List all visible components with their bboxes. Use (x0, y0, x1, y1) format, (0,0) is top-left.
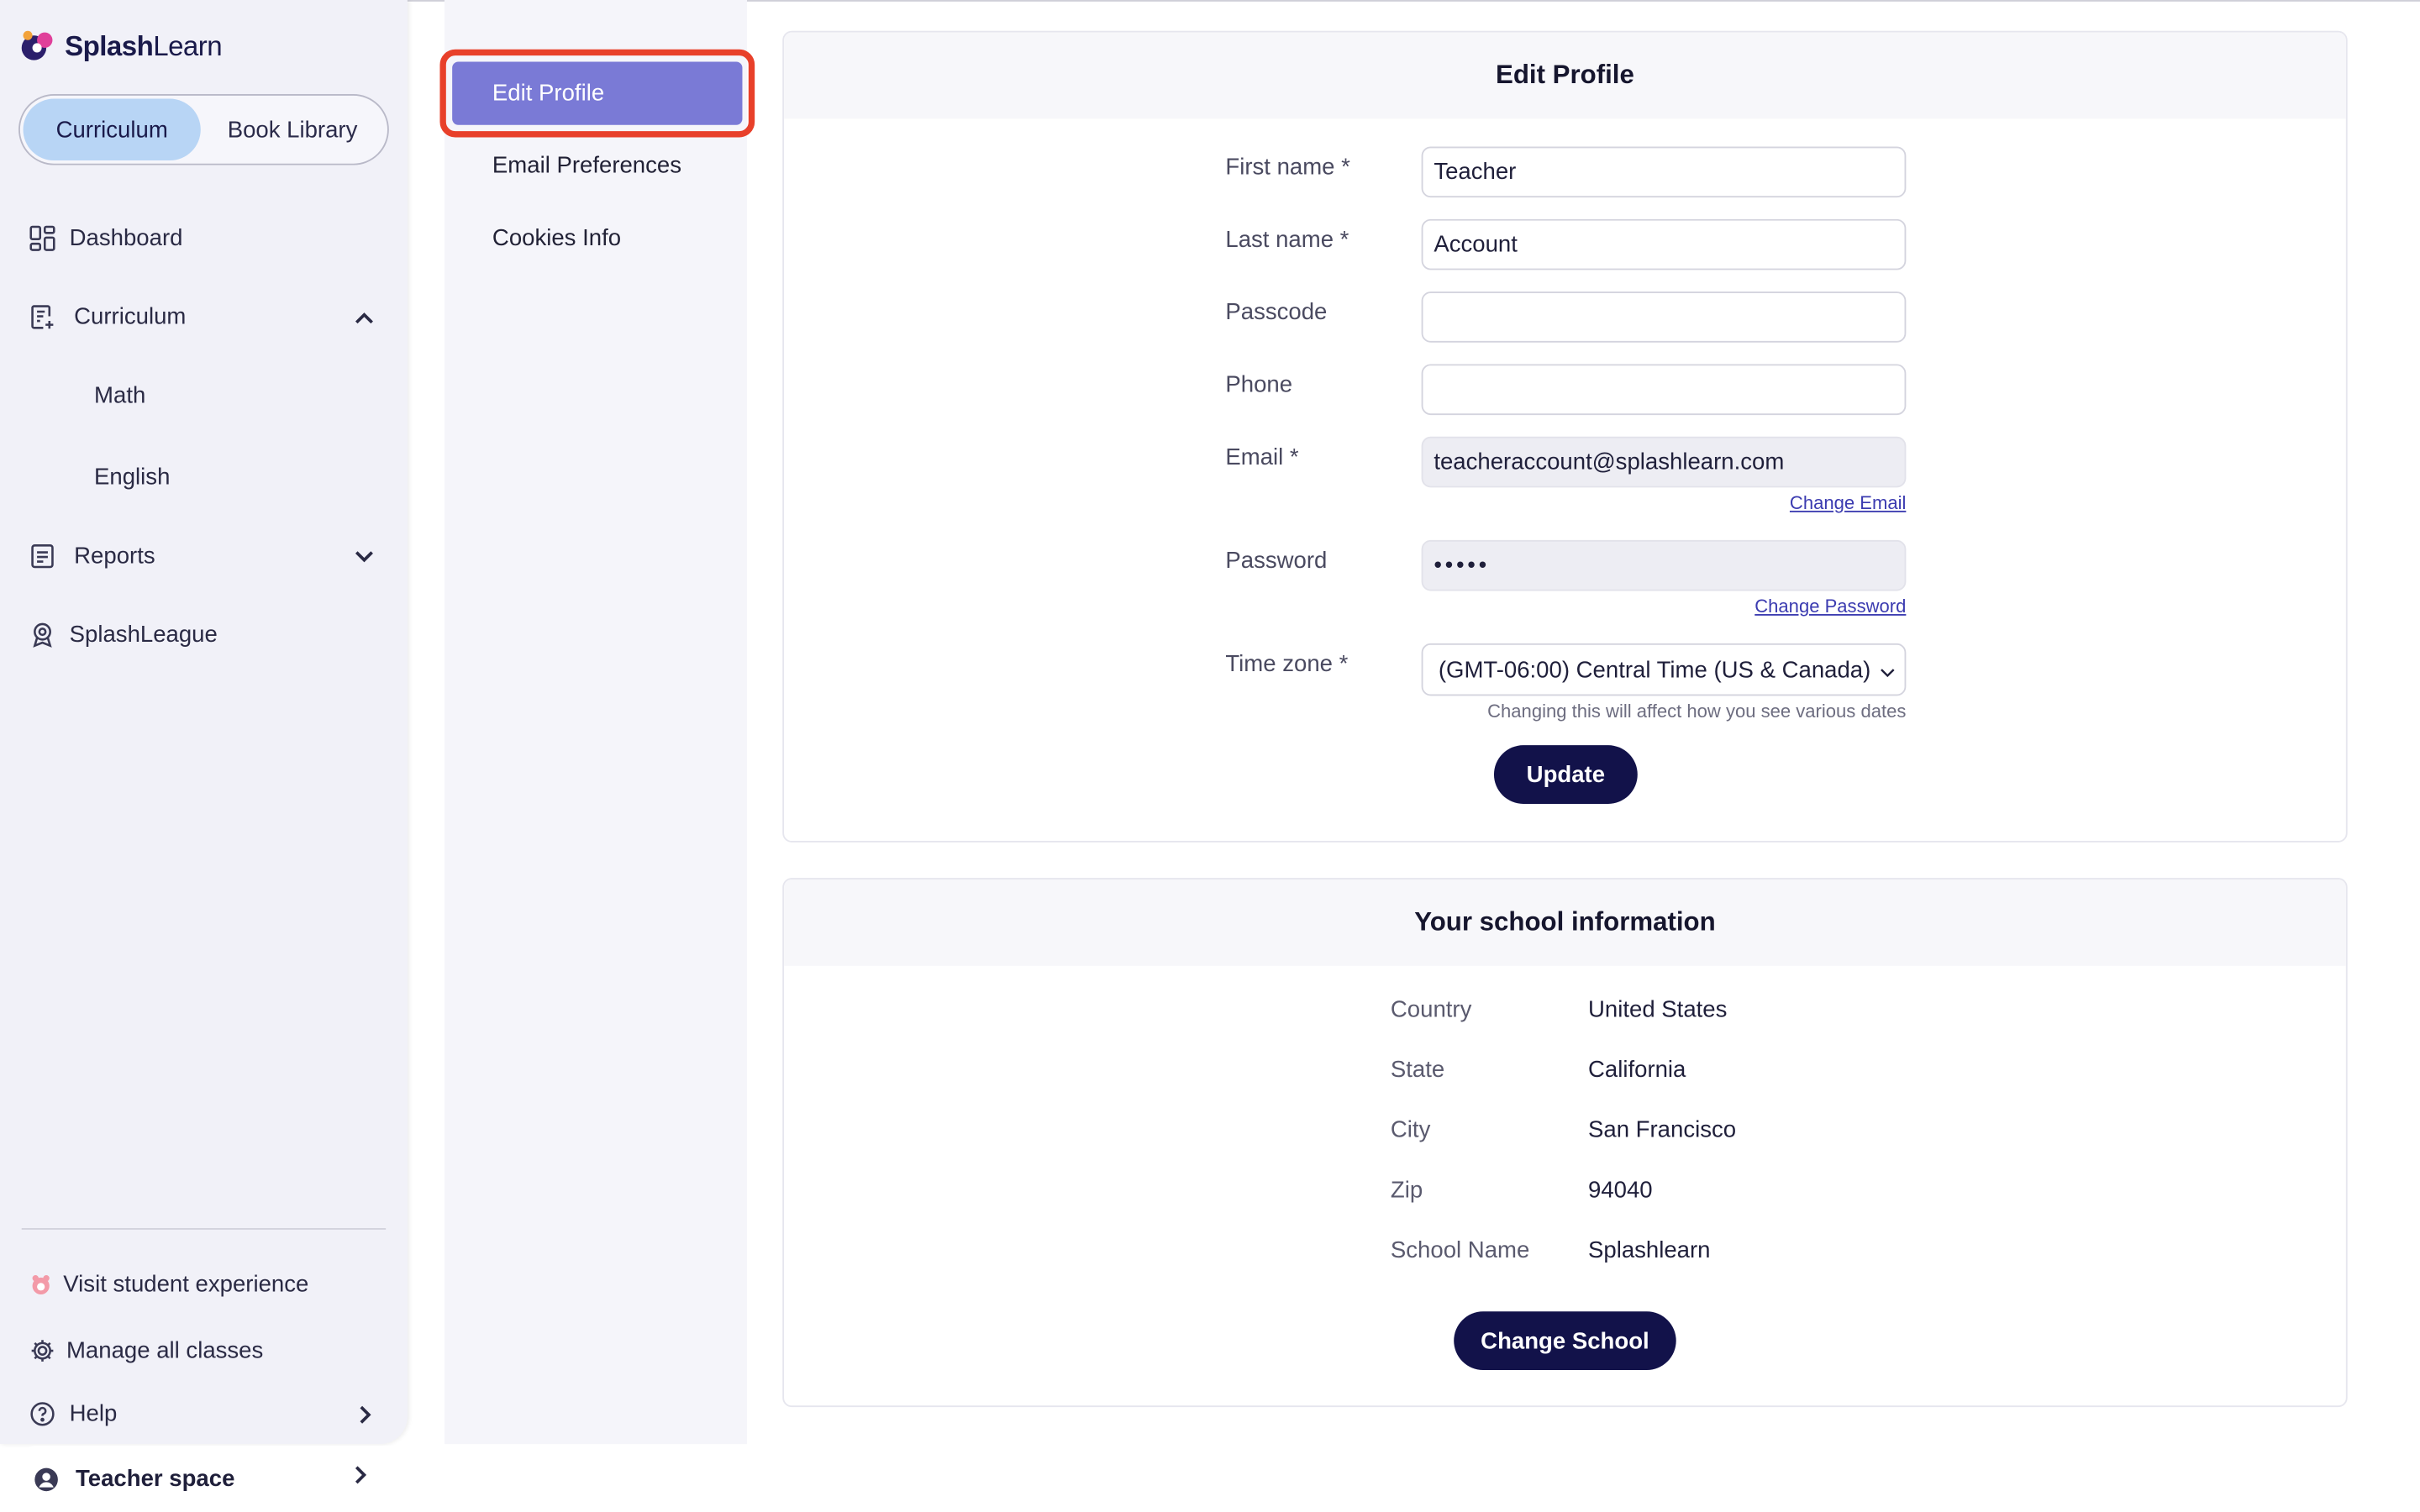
timezone-label: Time zone * (1225, 651, 1349, 678)
sidebar-item-splashleague[interactable]: SplashLeague (28, 620, 218, 648)
password-input[interactable] (1421, 539, 1907, 591)
passcode-input[interactable] (1421, 291, 1907, 343)
password-label: Password (1225, 548, 1328, 575)
country-value: United States (1588, 996, 1728, 1023)
sidebar-item-label: Visit student experience (63, 1270, 309, 1297)
timezone-value: (GMT-06:00) Central Time (US & Canada) (1438, 656, 1871, 683)
teacher-space-label: Teacher space (76, 1465, 235, 1493)
zip-label: Zip (1390, 1177, 1423, 1204)
sidebar-subitem-english[interactable]: English (94, 465, 170, 491)
city-label: City (1390, 1116, 1431, 1144)
toggle-curriculum[interactable]: Curriculum (23, 98, 201, 161)
student-avatar-icon (28, 1270, 52, 1298)
change-email-link[interactable]: Change Email (1697, 492, 1906, 514)
city-value: San Francisco (1588, 1116, 1737, 1144)
last-name-input[interactable] (1421, 218, 1907, 270)
toggle-book-library[interactable]: Book Library (201, 99, 385, 160)
menu-item-cookies-info[interactable]: Cookies Info (492, 225, 621, 251)
sidebar-item-label: Reports (74, 542, 155, 569)
brand-logo[interactable]: SplashLearn (18, 24, 223, 67)
phone-label: Phone (1225, 371, 1293, 398)
sidebar-item-manage-classes[interactable]: Manage all classes (28, 1336, 263, 1364)
edit-profile-highlight (439, 49, 755, 138)
timezone-select[interactable]: (GMT-06:00) Central Time (US & Canada) (1421, 643, 1907, 696)
chevron-down-icon (1880, 660, 1895, 686)
passcode-label: Passcode (1225, 299, 1328, 326)
teacher-space-bar[interactable]: Teacher space (18, 1446, 408, 1512)
timezone-hint: Changing this will affect how you see va… (1487, 700, 1907, 722)
school-name-label: School Name (1390, 1237, 1530, 1264)
settings-menu (444, 0, 747, 1445)
sidebar-item-label: SplashLeague (69, 621, 218, 648)
state-label: State (1390, 1057, 1445, 1084)
sidebar-item-help[interactable]: Help (28, 1399, 117, 1427)
update-button[interactable]: Update (1493, 745, 1638, 804)
sidebar-divider (21, 1228, 387, 1230)
sidebar-item-label: Curriculum (74, 302, 187, 330)
menu-item-email-preferences[interactable]: Email Preferences (492, 153, 681, 179)
sidebar-item-label: Dashboard (69, 224, 183, 251)
chevron-up-icon[interactable] (349, 302, 380, 333)
edit-profile-title: Edit Profile (784, 32, 2346, 119)
email-input[interactable] (1421, 436, 1907, 488)
chevron-right-icon[interactable] (349, 1464, 371, 1494)
sidebar-item-label: Manage all classes (66, 1336, 264, 1363)
zip-value: 94040 (1588, 1177, 1653, 1204)
first-name-input[interactable] (1421, 146, 1907, 198)
sidebar-item-label: Help (69, 1399, 118, 1427)
country-label: Country (1390, 996, 1472, 1023)
brand-name: SplashLearn (65, 29, 223, 61)
first-name-label: First name * (1225, 154, 1350, 181)
reports-icon (28, 542, 55, 570)
sidebar-item-visit-student[interactable]: Visit student experience (28, 1270, 308, 1298)
change-password-link[interactable]: Change Password (1667, 596, 1906, 617)
gear-icon (28, 1336, 55, 1364)
splashlearn-logo-icon (18, 26, 59, 66)
award-icon (28, 620, 55, 648)
state-value: California (1588, 1057, 1686, 1084)
phone-input[interactable] (1421, 364, 1907, 416)
sidebar-item-curriculum[interactable]: Curriculum (28, 302, 186, 330)
library-toggle: Curriculum Book Library (18, 94, 389, 165)
sidebar-item-reports[interactable]: Reports (28, 542, 155, 570)
sidebar: SplashLearn Curriculum Book Library Dash… (0, 0, 408, 1445)
chevron-right-icon[interactable] (349, 1399, 380, 1431)
last-name-label: Last name * (1225, 227, 1349, 254)
sidebar-item-dashboard[interactable]: Dashboard (28, 223, 182, 251)
chevron-down-icon[interactable] (349, 542, 380, 573)
school-name-value: Splashlearn (1588, 1237, 1711, 1264)
dashboard-icon (28, 223, 55, 251)
curriculum-icon (28, 302, 55, 330)
user-icon (34, 1467, 58, 1491)
school-info-title: Your school information (784, 879, 2346, 966)
help-icon (28, 1399, 55, 1427)
email-label: Email * (1225, 444, 1299, 471)
change-school-button[interactable]: Change School (1454, 1311, 1676, 1371)
sidebar-subitem-math[interactable]: Math (94, 383, 145, 409)
